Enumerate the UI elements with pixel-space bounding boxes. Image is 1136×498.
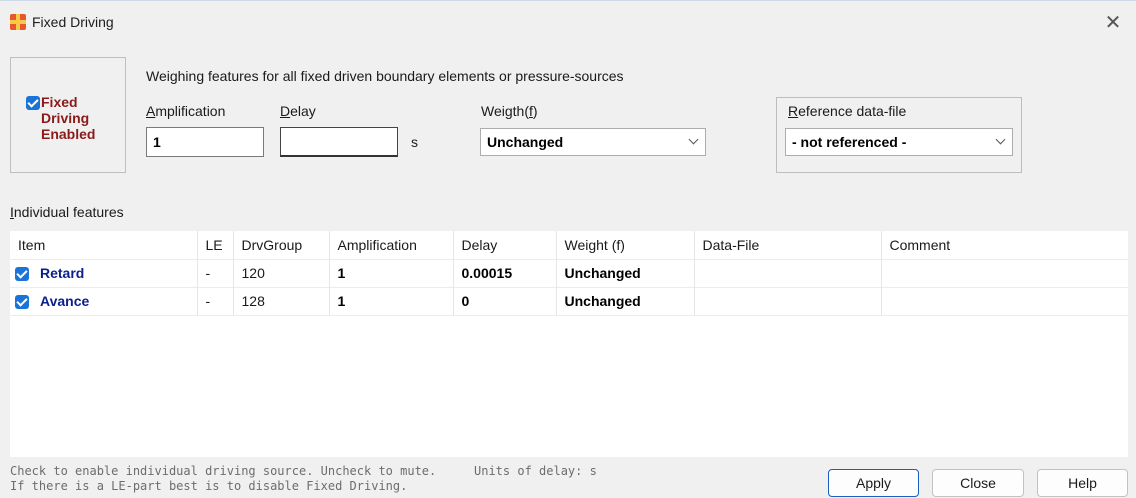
app-icon: [10, 14, 26, 30]
delay-cell[interactable]: 0: [453, 286, 557, 315]
column-header-weight[interactable]: Weight (f): [556, 231, 695, 259]
data-file-cell[interactable]: [694, 286, 882, 315]
weighing-title: Weighing features for all fixed driven b…: [146, 68, 624, 84]
item-cell[interactable]: Retard: [10, 258, 198, 287]
weight-cell[interactable]: Unchanged: [556, 258, 695, 287]
delay-cell[interactable]: 0.00015: [453, 258, 557, 287]
weight-select[interactable]: Unchanged: [480, 128, 706, 156]
comment-cell[interactable]: [881, 286, 1128, 315]
fixed-driving-enabled-checkbox[interactable]: [26, 96, 40, 110]
close-button[interactable]: Close: [932, 469, 1024, 497]
delay-input[interactable]: [280, 127, 398, 157]
le-cell: -: [197, 258, 234, 287]
close-icon[interactable]: ✕: [1098, 9, 1128, 35]
fixed-driving-enabled-label[interactable]: Fixed Driving Enabled: [41, 94, 121, 142]
apply-button[interactable]: Apply: [828, 469, 919, 497]
amplification-input[interactable]: 1: [146, 127, 264, 157]
footer-note: Check to enable individual driving sourc…: [10, 464, 437, 493]
delay-label: Delay: [280, 103, 316, 119]
column-header-item[interactable]: Item: [10, 231, 198, 259]
chevron-down-icon: [995, 134, 1006, 145]
le-cell: -: [197, 286, 234, 315]
column-header-comment[interactable]: Comment: [881, 231, 1128, 259]
item-cell[interactable]: Avance: [10, 286, 198, 315]
amplification-cell[interactable]: 1: [329, 258, 454, 287]
reference-data-file-select[interactable]: - not referenced -: [785, 128, 1013, 156]
drvgroup-cell: 120: [233, 258, 330, 287]
help-button[interactable]: Help: [1037, 469, 1128, 497]
amplification-cell[interactable]: 1: [329, 286, 454, 315]
amplification-label: Amplification: [146, 103, 226, 119]
individual-features-label: Individual features: [10, 204, 124, 220]
column-header-data-file[interactable]: Data-File: [694, 231, 882, 259]
weight-label: Weigth(f): [481, 103, 538, 119]
row-enabled-checkbox[interactable]: [15, 294, 29, 309]
table-row[interactable]: Avance - 128 1 0 Unchanged: [10, 286, 1128, 315]
column-header-delay[interactable]: Delay: [453, 231, 557, 259]
window-title: Fixed Driving: [32, 14, 114, 30]
drvgroup-cell: 128: [233, 286, 330, 315]
fixed-driving-enable-group: Fixed Driving Enabled: [10, 57, 126, 173]
fixed-driving-dialog: Fixed Driving ✕ Fixed Driving Enabled We…: [0, 0, 1136, 498]
table-row-empty: [10, 314, 1128, 343]
chevron-down-icon: [688, 134, 699, 145]
data-file-cell[interactable]: [694, 258, 882, 287]
reference-data-file-label: Reference data-file: [788, 103, 907, 119]
table-header-row: Item LE DrvGroup Amplification Delay Wei…: [10, 231, 1128, 259]
title-bar: Fixed Driving ✕: [0, 1, 1136, 43]
row-enabled-checkbox[interactable]: [15, 266, 29, 281]
delay-unit: s: [411, 134, 418, 150]
weight-cell[interactable]: Unchanged: [556, 286, 695, 315]
table-row[interactable]: Retard - 120 1 0.00015 Unchanged: [10, 258, 1128, 287]
column-header-drvgroup[interactable]: DrvGroup: [233, 231, 330, 259]
column-header-le[interactable]: LE: [197, 231, 234, 259]
comment-cell[interactable]: [881, 258, 1128, 287]
units-of-delay-note: Units of delay: s: [474, 464, 597, 478]
column-header-amplification[interactable]: Amplification: [329, 231, 454, 259]
individual-features-table: Item LE DrvGroup Amplification Delay Wei…: [10, 231, 1128, 457]
